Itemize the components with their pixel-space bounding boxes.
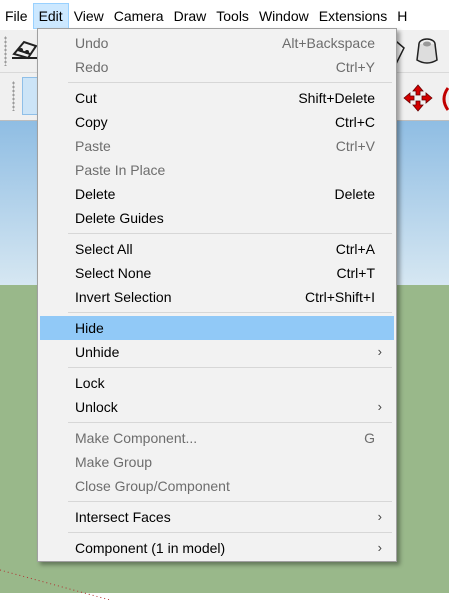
menu-item-make-group[interactable]: Make Group <box>40 450 394 474</box>
menu-item-label: Undo <box>75 35 109 51</box>
move-icon[interactable] <box>403 84 433 115</box>
menu-item-label: Make Group <box>75 454 153 470</box>
menu-separator <box>68 367 392 368</box>
menu-item-shortcut: Ctrl+Y <box>335 59 375 75</box>
menu-help[interactable]: H <box>392 3 412 29</box>
menu-item-label: Delete Guides <box>75 210 164 226</box>
menu-item-label: Select None <box>75 265 152 281</box>
menu-item-label: Component (1 in model) <box>75 540 226 556</box>
menu-separator <box>68 312 392 313</box>
menu-item-shortcut: Ctrl+Shift+I <box>304 289 375 305</box>
menu-item-label: Redo <box>75 59 109 75</box>
menu-item-invert-selection[interactable]: Invert Selection Ctrl+Shift+I <box>40 285 394 309</box>
menu-item-delete[interactable]: Delete Delete <box>40 182 394 206</box>
menu-item-shortcut: Ctrl+T <box>336 265 376 281</box>
menu-item-paste[interactable]: Paste Ctrl+V <box>40 134 394 158</box>
menu-window[interactable]: Window <box>254 3 314 29</box>
rotate-tool-icon[interactable] <box>438 86 449 115</box>
menu-item-label: Lock <box>75 375 105 391</box>
menu-item-redo[interactable]: Redo Ctrl+Y <box>40 55 394 79</box>
menu-item-shortcut: Ctrl+C <box>334 114 375 130</box>
menu-item-delete-guides[interactable]: Delete Guides <box>40 206 394 230</box>
component-icon[interactable] <box>412 36 442 69</box>
menu-item-label: Invert Selection <box>75 289 172 305</box>
menu-item-make-component[interactable]: Make Component... G <box>40 426 394 450</box>
menu-edit[interactable]: Edit <box>32 3 69 29</box>
menu-item-unlock[interactable]: Unlock › <box>40 395 394 419</box>
menu-bar: File Edit View Camera Draw Tools Window … <box>0 0 449 30</box>
menu-item-shortcut: G <box>364 430 375 446</box>
menu-item-label: Unhide <box>75 344 120 360</box>
menu-item-intersect-faces[interactable]: Intersect Faces › <box>40 505 394 529</box>
chevron-right-icon: › <box>377 509 382 524</box>
menu-item-label: Select All <box>75 241 133 257</box>
menu-camera[interactable]: Camera <box>109 3 169 29</box>
toolbar-grip[interactable] <box>12 81 15 111</box>
menu-item-undo[interactable]: Undo Alt+Backspace <box>40 31 394 55</box>
edit-menu-dropdown: Undo Alt+Backspace Redo Ctrl+Y Cut Shift… <box>37 28 397 562</box>
chevron-right-icon: › <box>377 540 382 555</box>
menu-tools[interactable]: Tools <box>211 3 254 29</box>
menu-item-select-none[interactable]: Select None Ctrl+T <box>40 261 394 285</box>
menu-item-close-group-component[interactable]: Close Group/Component <box>40 474 394 498</box>
menu-item-cut[interactable]: Cut Shift+Delete <box>40 86 394 110</box>
menu-item-shortcut: Ctrl+V <box>335 138 375 154</box>
menu-separator <box>68 532 392 533</box>
menu-item-shortcut: Ctrl+A <box>335 241 375 257</box>
menu-item-select-all[interactable]: Select All Ctrl+A <box>40 237 394 261</box>
menu-separator <box>68 82 392 83</box>
menu-item-label: Hide <box>75 320 104 336</box>
chevron-right-icon: › <box>377 344 382 359</box>
menu-separator <box>68 422 392 423</box>
menu-item-shortcut: Shift+Delete <box>298 90 375 106</box>
menu-separator <box>68 233 392 234</box>
menu-item-label: Copy <box>75 114 108 130</box>
menu-view[interactable]: View <box>69 3 109 29</box>
menu-item-component[interactable]: Component (1 in model) › <box>40 536 394 560</box>
menu-item-paste-in-place[interactable]: Paste In Place <box>40 158 394 182</box>
menu-item-shortcut: Alt+Backspace <box>282 35 375 51</box>
red-axis-line <box>0 569 111 600</box>
chevron-right-icon: › <box>377 399 382 414</box>
menu-file[interactable]: File <box>0 3 33 29</box>
menu-item-lock[interactable]: Lock <box>40 371 394 395</box>
menu-item-shortcut: Delete <box>334 186 375 202</box>
menu-item-label: Paste In Place <box>75 162 166 178</box>
menu-draw[interactable]: Draw <box>169 3 212 29</box>
menu-item-label: Intersect Faces <box>75 509 171 525</box>
menu-item-hide[interactable]: Hide <box>40 316 394 340</box>
toolbar-grip[interactable] <box>4 36 7 66</box>
menu-item-label: Cut <box>75 90 97 106</box>
menu-item-copy[interactable]: Copy Ctrl+C <box>40 110 394 134</box>
menu-item-label: Unlock <box>75 399 118 415</box>
menu-separator <box>68 501 392 502</box>
menu-item-label: Delete <box>75 186 116 202</box>
menu-extensions[interactable]: Extensions <box>314 3 392 29</box>
eraser-icon[interactable] <box>10 36 40 67</box>
menu-item-label: Paste <box>75 138 111 154</box>
menu-item-unhide[interactable]: Unhide › <box>40 340 394 364</box>
menu-item-label: Close Group/Component <box>75 478 230 494</box>
menu-item-label: Make Component... <box>75 430 198 446</box>
